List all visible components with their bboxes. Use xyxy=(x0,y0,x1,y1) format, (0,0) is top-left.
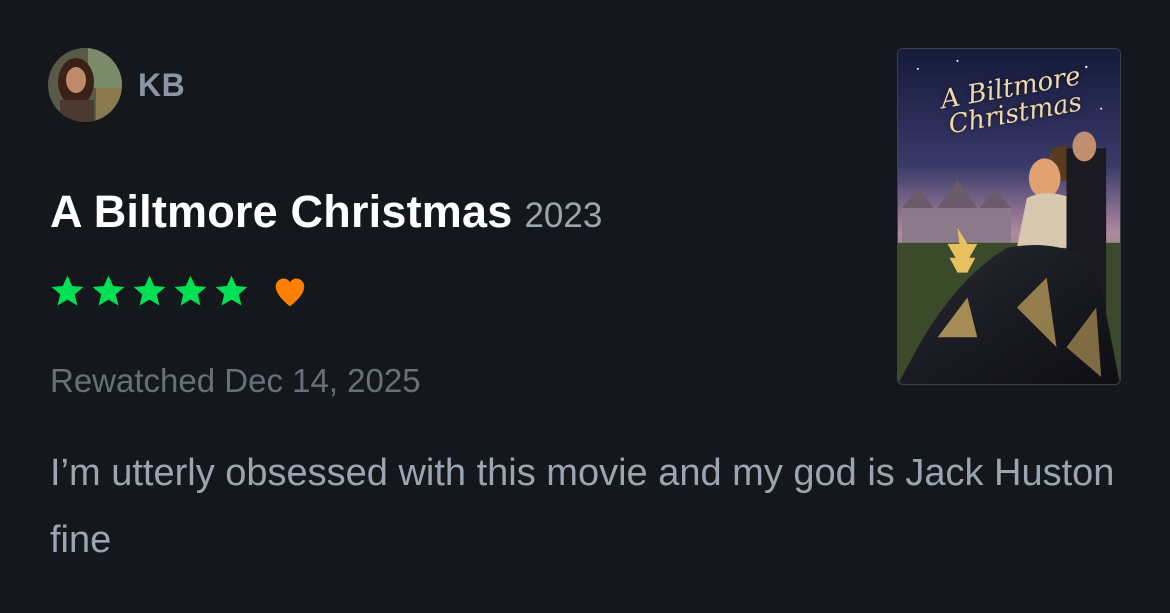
rating-row xyxy=(48,272,309,311)
watched-date: Rewatched Dec 14, 2025 xyxy=(50,362,421,399)
star-icon xyxy=(51,275,84,306)
star-icon xyxy=(215,275,248,306)
star-icon xyxy=(92,275,125,306)
heart-icon xyxy=(275,278,305,306)
reviewer-name[interactable]: KB xyxy=(138,67,185,104)
film-year[interactable]: 2023 xyxy=(524,196,602,236)
star-icon xyxy=(133,275,166,306)
review-body: I’m utterly obsessed with this movie and… xyxy=(50,452,1115,561)
star-rating xyxy=(48,272,251,311)
reviewer-header[interactable]: KB xyxy=(48,48,185,122)
avatar[interactable] xyxy=(48,48,122,122)
film-title[interactable]: A Biltmore Christmas xyxy=(50,186,512,238)
film-poster[interactable]: A Biltmore Christmas xyxy=(897,48,1121,385)
film-heading: A Biltmore Christmas 2023 xyxy=(50,186,602,238)
star-icon xyxy=(174,275,207,306)
avatar-image xyxy=(48,48,122,122)
review-card: KB A Biltmore Christmas 2023 Rewatched D… xyxy=(0,0,1170,613)
